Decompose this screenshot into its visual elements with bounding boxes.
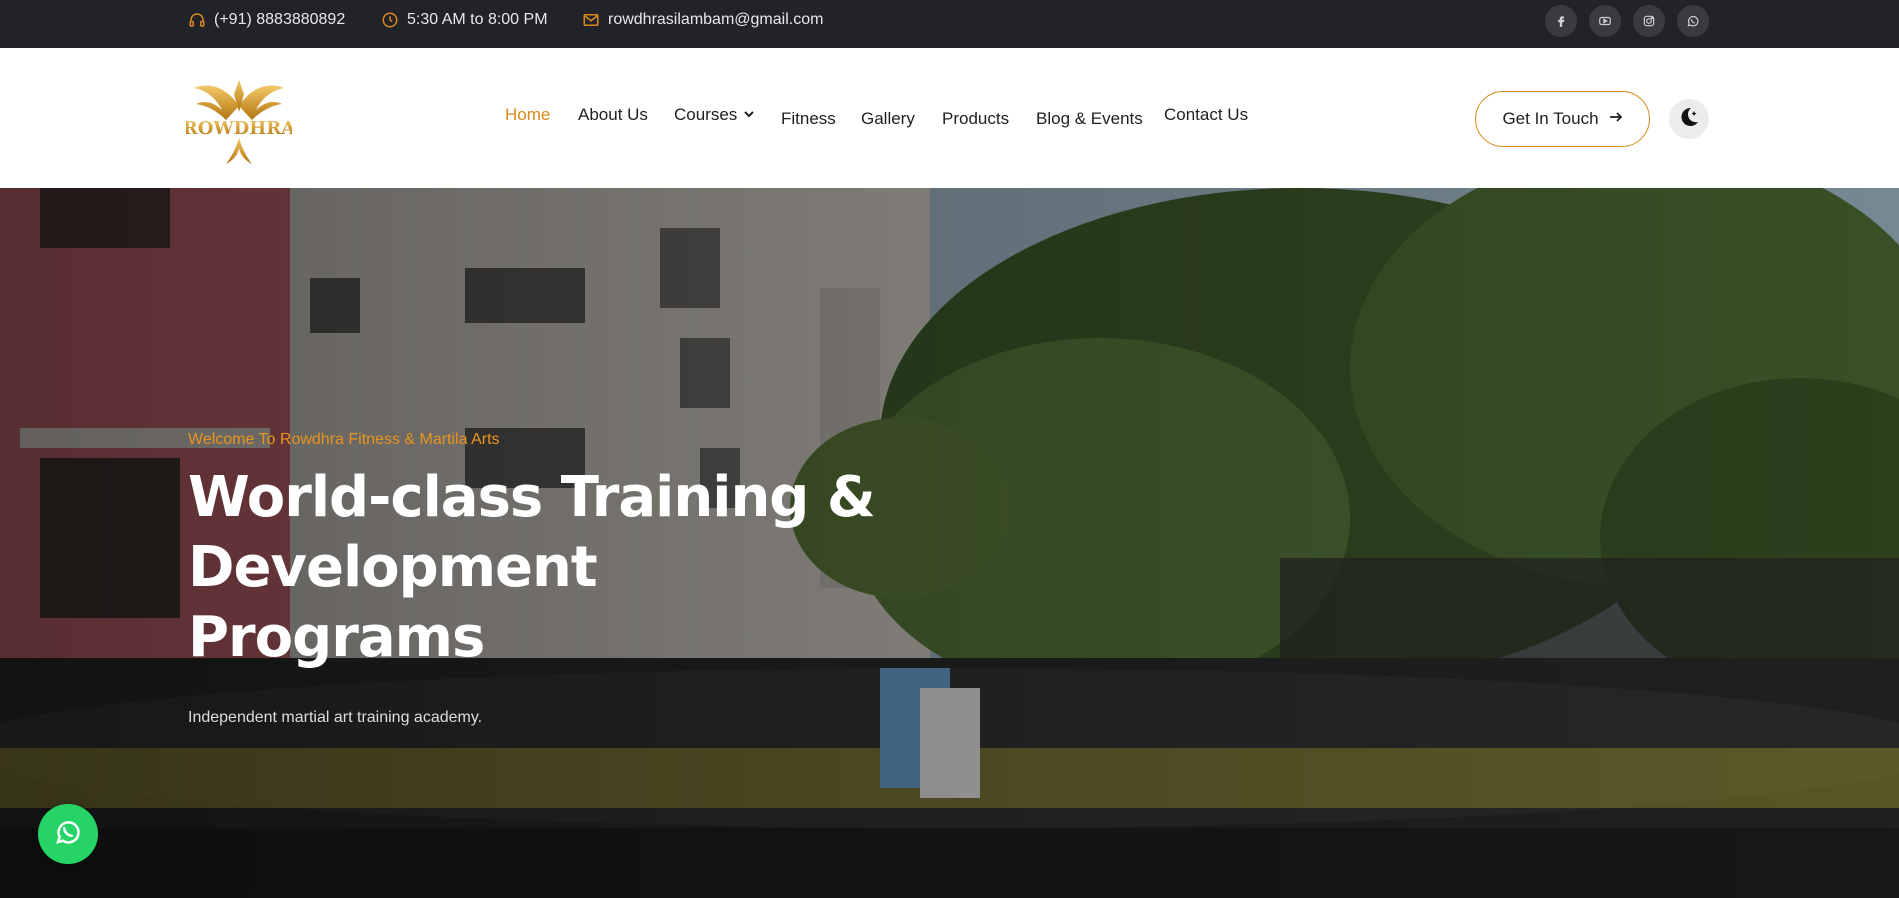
nav-about-label: About Us	[578, 105, 648, 124]
mail-icon	[582, 11, 600, 29]
phone-contact[interactable]: (+91) 8883880892	[188, 0, 345, 40]
headset-icon	[188, 11, 206, 29]
site-logo[interactable]: ROWDHRA	[183, 68, 296, 168]
cta-label: Get In Touch	[1502, 109, 1599, 128]
email-text: rowdhrasilambam@gmail.com	[608, 11, 824, 28]
hero-kicker: Welcome To Rowdhra Fitness & Martila Art…	[188, 431, 500, 448]
hero-section: Welcome To Rowdhra Fitness & Martila Art…	[0, 188, 1899, 898]
chevron-down-icon	[743, 105, 755, 125]
phone-text: (+91) 8883880892	[214, 11, 346, 28]
nav-gallery-label: Gallery	[861, 109, 915, 128]
nav-home[interactable]: Home	[505, 105, 550, 125]
nav-contact-us[interactable]: Contact Us	[1164, 105, 1248, 125]
nav-about-us[interactable]: About Us	[578, 105, 648, 125]
hours-text: 5:30 AM to 8:00 PM	[407, 11, 548, 28]
moon-star-icon	[1677, 105, 1701, 134]
clock-icon	[381, 11, 399, 29]
hero-title-line-1: World-class Training &	[188, 465, 876, 530]
main-header: ROWDHRA Home About Us Courses Fitness Ga…	[0, 48, 1899, 188]
svg-text:ROWDHRA: ROWDHRA	[186, 118, 292, 139]
nav-home-label: Home	[505, 105, 551, 124]
nav-products-label: Products	[942, 109, 1010, 128]
hero-title: World-class Training & Development Progr…	[188, 463, 888, 673]
whatsapp-chat-button[interactable]	[38, 804, 98, 864]
nav-blog-events[interactable]: Blog & Events	[1036, 109, 1143, 129]
nav-gallery[interactable]: Gallery	[861, 109, 915, 129]
hours-info: 5:30 AM to 8:00 PM	[381, 0, 548, 40]
facebook-icon[interactable]	[1545, 5, 1577, 37]
social-links	[1545, 5, 1709, 37]
instagram-icon[interactable]	[1633, 5, 1665, 37]
hero-title-line-2: Development	[188, 535, 598, 600]
nav-blog-label: Blog & Events	[1036, 109, 1143, 128]
nav-products[interactable]: Products	[942, 109, 1009, 129]
nav-fitness[interactable]: Fitness	[781, 109, 836, 129]
whatsapp-icon	[53, 817, 83, 852]
youtube-icon[interactable]	[1589, 5, 1621, 37]
nav-courses[interactable]: Courses	[674, 105, 755, 125]
nav-contact-label: Contact Us	[1164, 105, 1249, 124]
hero-subtitle: Independent martial art training academy…	[188, 709, 483, 726]
email-contact[interactable]: rowdhrasilambam@gmail.com	[582, 0, 823, 40]
whatsapp-icon[interactable]	[1677, 5, 1709, 37]
nav-fitness-label: Fitness	[781, 109, 836, 128]
dark-mode-toggle[interactable]	[1669, 99, 1709, 139]
top-bar: (+91) 8883880892 5:30 AM to 8:00 PM rowd…	[0, 0, 1899, 48]
nav-courses-label: Courses	[674, 105, 738, 124]
arrow-right-icon	[1609, 109, 1623, 129]
get-in-touch-button[interactable]: Get In Touch	[1475, 91, 1650, 147]
hero-title-line-3: Programs	[188, 605, 485, 670]
